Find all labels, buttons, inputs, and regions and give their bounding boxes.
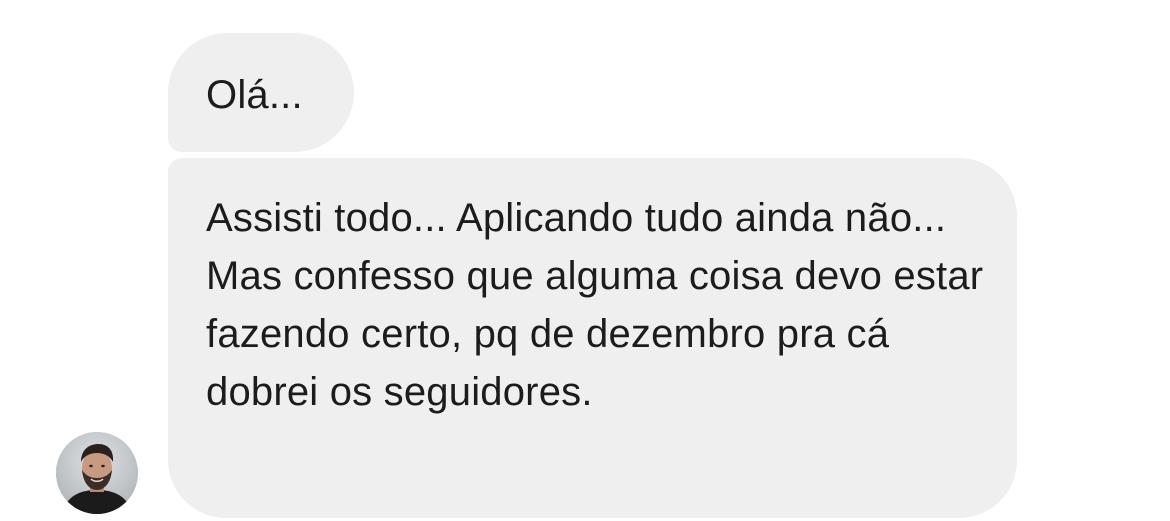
sender-avatar[interactable] xyxy=(56,432,138,514)
message-text: Assisti todo... Aplicando tudo ainda não… xyxy=(206,196,984,414)
avatar-photo-icon xyxy=(56,432,138,514)
message-text: Olá... xyxy=(206,73,303,117)
message-bubble[interactable]: Assisti todo... Aplicando tudo ainda não… xyxy=(168,158,1017,518)
message-thread: Olá... Assisti todo... Aplicando tudo ai… xyxy=(0,0,1170,521)
message-bubble[interactable]: Olá... xyxy=(168,33,354,152)
